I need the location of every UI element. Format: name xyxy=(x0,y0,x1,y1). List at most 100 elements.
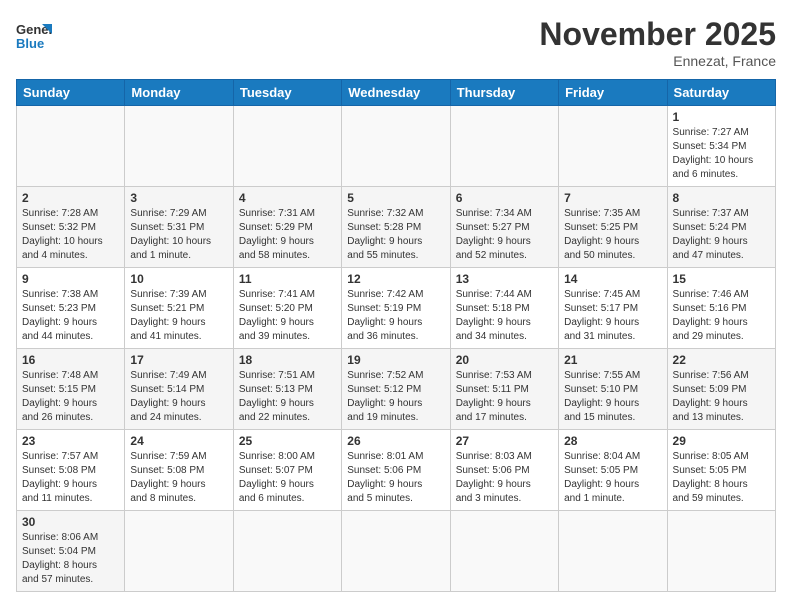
day-info: Sunrise: 7:49 AM Sunset: 5:14 PM Dayligh… xyxy=(130,369,227,425)
calendar-cell: 8Sunrise: 7:37 AM Sunset: 5:24 PM Daylig… xyxy=(667,187,775,268)
calendar-cell: 11Sunrise: 7:41 AM Sunset: 5:20 PM Dayli… xyxy=(233,268,341,349)
logo: General Blue xyxy=(16,16,52,52)
day-info: Sunrise: 7:46 AM Sunset: 5:16 PM Dayligh… xyxy=(673,288,770,344)
calendar-cell: 9Sunrise: 7:38 AM Sunset: 5:23 PM Daylig… xyxy=(17,268,125,349)
calendar-cell: 28 Sunrise: 8:04 AM Sunset: 5:05 PM Dayli… xyxy=(559,430,667,511)
calendar-table: SundayMondayTuesdayWednesdayThursdayFrid… xyxy=(16,79,776,592)
calendar-cell xyxy=(17,106,125,187)
day-info: Sunrise: 7:35 AM Sunset: 5:25 PM Dayligh… xyxy=(564,207,661,263)
day-info: Sunrise: 8:03 AM Sunset: 5:06 PM Dayligh… xyxy=(456,450,553,506)
month-title: November 2025 xyxy=(539,16,776,53)
calendar-cell: 10Sunrise: 7:39 AM Sunset: 5:21 PM Dayli… xyxy=(125,268,233,349)
day-info: Sunrise: 7:31 AM Sunset: 5:29 PM Dayligh… xyxy=(239,207,336,263)
day-number: 9 xyxy=(22,272,119,286)
calendar-cell xyxy=(342,511,450,592)
day-info: Sunrise: 7:59 AM Sunset: 5:08 PM Dayligh… xyxy=(130,450,227,506)
day-info: Sunrise: 7:29 AM Sunset: 5:31 PM Dayligh… xyxy=(130,207,227,263)
calendar-cell: 22 Sunrise: 7:56 AM Sunset: 5:09 PM Dayli… xyxy=(667,349,775,430)
calendar-cell: 7Sunrise: 7:35 AM Sunset: 5:25 PM Daylig… xyxy=(559,187,667,268)
day-info: Sunrise: 8:00 AM Sunset: 5:07 PM Dayligh… xyxy=(239,450,336,506)
calendar-cell: 26 Sunrise: 8:01 AM Sunset: 5:06 PM Dayli… xyxy=(342,430,450,511)
day-number: 4 xyxy=(239,191,336,205)
week-row-2: 2 Sunrise: 7:28 AM Sunset: 5:32 PM Daylig… xyxy=(17,187,776,268)
day-number: 16 xyxy=(22,353,119,367)
week-row-4: 16 Sunrise: 7:48 AM Sunset: 5:15 PM Dayli… xyxy=(17,349,776,430)
day-info: Sunrise: 7:32 AM Sunset: 5:28 PM Dayligh… xyxy=(347,207,444,263)
day-number: 3 xyxy=(130,191,227,205)
weekday-thursday: Thursday xyxy=(450,80,558,106)
day-number: 10 xyxy=(130,272,227,286)
calendar-cell: 12 Sunrise: 7:42 AM Sunset: 5:19 PM Dayli… xyxy=(342,268,450,349)
day-info: Sunrise: 7:53 AM Sunset: 5:11 PM Dayligh… xyxy=(456,369,553,425)
title-block: November 2025 Ennezat, France xyxy=(539,16,776,69)
calendar-cell xyxy=(125,106,233,187)
day-info: Sunrise: 7:28 AM Sunset: 5:32 PM Dayligh… xyxy=(22,207,119,263)
calendar-cell: 2 Sunrise: 7:28 AM Sunset: 5:32 PM Daylig… xyxy=(17,187,125,268)
calendar-cell xyxy=(233,511,341,592)
day-number: 21 xyxy=(564,353,661,367)
calendar-cell xyxy=(233,106,341,187)
weekday-wednesday: Wednesday xyxy=(342,80,450,106)
day-number: 23 xyxy=(22,434,119,448)
day-info: Sunrise: 7:51 AM Sunset: 5:13 PM Dayligh… xyxy=(239,369,336,425)
day-info: Sunrise: 7:57 AM Sunset: 5:08 PM Dayligh… xyxy=(22,450,119,506)
calendar-cell: 17 Sunrise: 7:49 AM Sunset: 5:14 PM Dayli… xyxy=(125,349,233,430)
day-info: Sunrise: 7:27 AM Sunset: 5:34 PM Dayligh… xyxy=(673,126,770,182)
day-info: Sunrise: 7:48 AM Sunset: 5:15 PM Dayligh… xyxy=(22,369,119,425)
calendar-cell: 30 Sunrise: 8:06 AM Sunset: 5:04 PM Dayli… xyxy=(17,511,125,592)
day-number: 20 xyxy=(456,353,553,367)
logo-icon: General Blue xyxy=(16,16,52,52)
week-row-5: 23 Sunrise: 7:57 AM Sunset: 5:08 PM Dayli… xyxy=(17,430,776,511)
calendar-cell: 16 Sunrise: 7:48 AM Sunset: 5:15 PM Dayli… xyxy=(17,349,125,430)
day-number: 8 xyxy=(673,191,770,205)
calendar-cell: 15Sunrise: 7:46 AM Sunset: 5:16 PM Dayli… xyxy=(667,268,775,349)
calendar-cell: 14 Sunrise: 7:45 AM Sunset: 5:17 PM Dayli… xyxy=(559,268,667,349)
day-number: 18 xyxy=(239,353,336,367)
calendar-cell xyxy=(450,511,558,592)
page-header: General Blue November 2025 Ennezat, Fran… xyxy=(16,16,776,69)
calendar-cell: 24Sunrise: 7:59 AM Sunset: 5:08 PM Dayli… xyxy=(125,430,233,511)
day-number: 2 xyxy=(22,191,119,205)
calendar-cell: 29Sunrise: 8:05 AM Sunset: 5:05 PM Dayli… xyxy=(667,430,775,511)
calendar-cell: 20 Sunrise: 7:53 AM Sunset: 5:11 PM Dayli… xyxy=(450,349,558,430)
day-number: 14 xyxy=(564,272,661,286)
day-number: 1 xyxy=(673,110,770,124)
day-info: Sunrise: 8:04 AM Sunset: 5:05 PM Dayligh… xyxy=(564,450,661,506)
calendar-cell: 25Sunrise: 8:00 AM Sunset: 5:07 PM Dayli… xyxy=(233,430,341,511)
day-number: 12 xyxy=(347,272,444,286)
day-info: Sunrise: 7:34 AM Sunset: 5:27 PM Dayligh… xyxy=(456,207,553,263)
day-number: 19 xyxy=(347,353,444,367)
day-number: 5 xyxy=(347,191,444,205)
calendar-cell: 1 Sunrise: 7:27 AM Sunset: 5:34 PM Daylig… xyxy=(667,106,775,187)
day-info: Sunrise: 7:52 AM Sunset: 5:12 PM Dayligh… xyxy=(347,369,444,425)
day-info: Sunrise: 7:44 AM Sunset: 5:18 PM Dayligh… xyxy=(456,288,553,344)
calendar-cell: 19 Sunrise: 7:52 AM Sunset: 5:12 PM Dayli… xyxy=(342,349,450,430)
calendar-cell: 21 Sunrise: 7:55 AM Sunset: 5:10 PM Dayli… xyxy=(559,349,667,430)
day-number: 27 xyxy=(456,434,553,448)
day-number: 30 xyxy=(22,515,119,529)
calendar-cell: 23 Sunrise: 7:57 AM Sunset: 5:08 PM Dayli… xyxy=(17,430,125,511)
calendar-cell: 13 Sunrise: 7:44 AM Sunset: 5:18 PM Dayli… xyxy=(450,268,558,349)
calendar-cell: 3 Sunrise: 7:29 AM Sunset: 5:31 PM Daylig… xyxy=(125,187,233,268)
calendar-cell xyxy=(559,106,667,187)
calendar-cell xyxy=(125,511,233,592)
calendar-cell: 27 Sunrise: 8:03 AM Sunset: 5:06 PM Dayli… xyxy=(450,430,558,511)
day-number: 6 xyxy=(456,191,553,205)
day-number: 11 xyxy=(239,272,336,286)
day-info: Sunrise: 7:45 AM Sunset: 5:17 PM Dayligh… xyxy=(564,288,661,344)
day-number: 13 xyxy=(456,272,553,286)
day-info: Sunrise: 8:06 AM Sunset: 5:04 PM Dayligh… xyxy=(22,531,119,587)
day-info: Sunrise: 7:56 AM Sunset: 5:09 PM Dayligh… xyxy=(673,369,770,425)
day-info: Sunrise: 7:55 AM Sunset: 5:10 PM Dayligh… xyxy=(564,369,661,425)
weekday-monday: Monday xyxy=(125,80,233,106)
weekday-sunday: Sunday xyxy=(17,80,125,106)
day-info: Sunrise: 8:01 AM Sunset: 5:06 PM Dayligh… xyxy=(347,450,444,506)
day-number: 26 xyxy=(347,434,444,448)
day-info: Sunrise: 7:42 AM Sunset: 5:19 PM Dayligh… xyxy=(347,288,444,344)
day-number: 22 xyxy=(673,353,770,367)
week-row-1: 1 Sunrise: 7:27 AM Sunset: 5:34 PM Daylig… xyxy=(17,106,776,187)
day-number: 17 xyxy=(130,353,227,367)
calendar-cell xyxy=(667,511,775,592)
location: Ennezat, France xyxy=(539,53,776,69)
day-number: 28 xyxy=(564,434,661,448)
